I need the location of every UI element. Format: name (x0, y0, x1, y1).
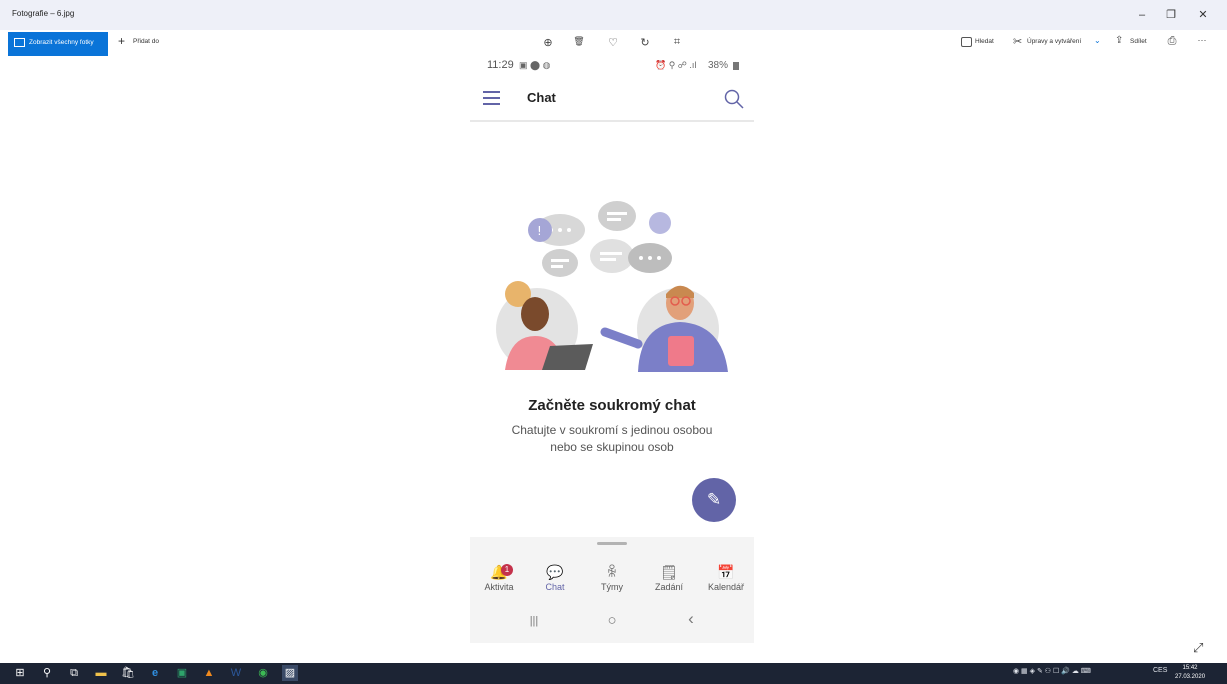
empty-state-title: Začněte soukromý chat (528, 397, 696, 414)
notification-badge: 1 (501, 564, 513, 576)
share-button[interactable]: Sdílet (1130, 38, 1147, 45)
nav-item-activity[interactable]: 🔔 Aktivita (471, 562, 527, 592)
battery-percent: 38% (708, 60, 729, 71)
menu-icon[interactable] (483, 91, 500, 109)
tray-icons[interactable]: ◉ ▦ ◈ ✎ ⚇ ☐ 🔊 ☁ ⌨ (1013, 667, 1091, 675)
bell-icon: 🔔 (490, 564, 508, 580)
back-icon[interactable]: ‹ (676, 609, 706, 629)
nav-label: Aktivita (484, 582, 514, 592)
app-title: Chat (527, 90, 556, 105)
nav-item-teams[interactable]: ꆜ Týmy (584, 562, 640, 592)
add-icon[interactable]: + (118, 34, 125, 48)
nav-label: Chat (545, 582, 565, 592)
search-icon[interactable] (723, 88, 745, 110)
edit-create-button[interactable]: Úpravy a vytváření (1027, 38, 1081, 45)
new-chat-button[interactable]: ✎ (692, 478, 736, 522)
nav-item-assignments[interactable]: 🗒 Zadání (641, 562, 697, 592)
more-icon[interactable]: ··· (1194, 35, 1210, 45)
status-icons-right: ⏰ ⚲ ☍ .ıl (655, 60, 697, 70)
app-bar-divider (470, 120, 754, 122)
file-explorer-icon[interactable]: ▬ (93, 665, 109, 681)
calendar-icon: 📅 (717, 564, 735, 580)
fullscreen-icon[interactable]: ⤢ (1193, 640, 1203, 656)
rotate-icon[interactable]: ↻ (637, 36, 653, 49)
svg-text:!: ! (537, 224, 542, 238)
task-view-icon[interactable]: ⧉ (66, 665, 82, 681)
chevron-down-icon[interactable]: ⌄ (1094, 36, 1101, 45)
share-icon[interactable]: ⇪ (1115, 35, 1123, 46)
empty-state-subtitle: Chatujte v soukromí s jedinou osobou neb… (511, 423, 713, 454)
nav-label: Týmy (601, 582, 623, 592)
assignment-icon: 🗒 (660, 564, 678, 580)
recents-icon[interactable]: ||| (519, 615, 549, 627)
photos-app-icon[interactable]: ▨ (282, 665, 298, 681)
drag-handle[interactable] (597, 542, 627, 545)
minimize-button[interactable]: – (1131, 6, 1153, 24)
word-icon[interactable]: W (228, 665, 244, 681)
status-icons-left: ▣ ⬤ ◍ (519, 60, 551, 70)
store-icon[interactable]: 🛍 (120, 665, 136, 681)
nav-label: Zadání (654, 582, 684, 592)
search-button[interactable]: Hledat (975, 38, 994, 45)
window-title-bar (0, 0, 1227, 30)
chrome-icon[interactable]: ◉ (255, 665, 271, 681)
add-to-button[interactable]: Přidat do (133, 38, 159, 45)
clock-date: 27.03.2020 (1175, 674, 1206, 680)
compose-icon: ✎ (706, 490, 722, 509)
nav-item-calendar[interactable]: 📅 Kalendář (698, 562, 754, 592)
teams-icon: ꆜ (606, 564, 618, 580)
restore-button[interactable]: ❐ (1160, 6, 1182, 24)
vlc-icon[interactable]: ▲ (201, 665, 217, 681)
clock-time: 15:42 (1182, 665, 1198, 671)
favorite-icon[interactable]: ♡ (605, 36, 621, 49)
print-icon[interactable]: ⎙ (1164, 35, 1180, 48)
view-all-photos-button[interactable]: Zobrazit všechny fotky (8, 32, 108, 56)
edge-icon[interactable]: e (147, 665, 163, 681)
media-icon[interactable]: ▣ (174, 665, 190, 681)
nav-label: Kalendář (707, 582, 745, 592)
edit-icon[interactable]: ✂ (1013, 35, 1022, 48)
zoom-icon[interactable]: ⊕ (540, 36, 556, 49)
view-all-photos-label: Zobrazit všechny fotky (29, 39, 94, 46)
photo-icon (14, 38, 25, 47)
windows-start-icon[interactable]: ⊞ (12, 665, 28, 681)
input-language[interactable]: CES (1153, 667, 1167, 674)
search-image-icon[interactable] (961, 37, 972, 47)
chat-illustration: ! (496, 201, 728, 372)
crop-icon[interactable]: ⌗ (669, 36, 685, 49)
close-button[interactable]: ✕ (1192, 6, 1214, 24)
battery-icon (733, 62, 739, 70)
taskbar-search-icon[interactable]: ⚲ (39, 665, 55, 681)
window-title: Fotografie – 6.jpg (12, 9, 75, 18)
status-time: 11:29 (487, 59, 514, 71)
chat-icon: 💬 (546, 564, 564, 580)
home-icon[interactable]: ○ (597, 612, 627, 629)
taskbar-clock[interactable]: 15:42 27.03.2020 (1175, 664, 1205, 682)
nav-item-chat[interactable]: 💬 Chat (527, 562, 583, 592)
delete-icon[interactable]: 🗑 (571, 36, 587, 47)
